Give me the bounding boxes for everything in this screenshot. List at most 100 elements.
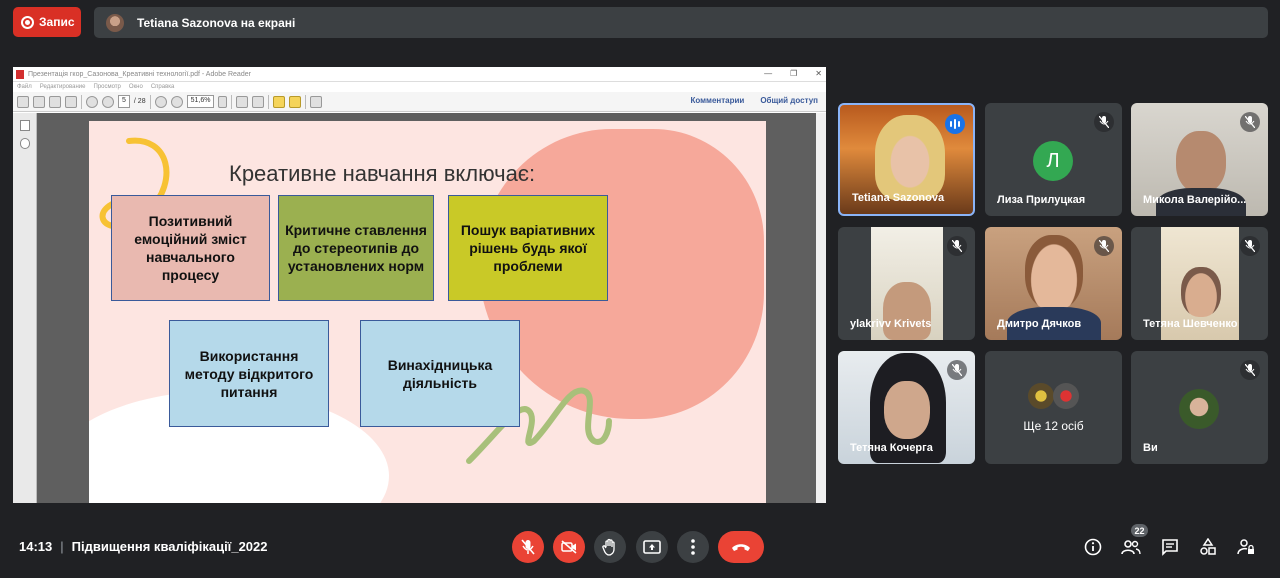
create-pdf-icon[interactable] — [17, 95, 29, 108]
meeting-info: 14:13 | Підвищення кваліфікації_2022 — [19, 539, 268, 554]
lock-person-icon — [1237, 539, 1254, 555]
people-count-badge: 22 — [1131, 524, 1148, 537]
share-link[interactable]: Общий доступ — [760, 96, 818, 105]
toolbar-divider — [231, 94, 233, 109]
record-label: Запис — [39, 15, 75, 29]
save-icon[interactable] — [33, 95, 45, 108]
pages-panel-icon[interactable] — [19, 120, 30, 131]
people-button[interactable] — [1121, 537, 1141, 557]
mic-toggle-button[interactable] — [512, 531, 544, 563]
host-controls-button[interactable] — [1236, 537, 1256, 557]
close-icon[interactable]: ✕ — [815, 69, 822, 78]
participant-tile[interactable]: Тетяна Шевченко — [1131, 227, 1268, 340]
menu-edit[interactable]: Редактирование — [40, 84, 86, 90]
participant-tile-self[interactable]: Ви — [1131, 351, 1268, 464]
attachment-icon[interactable] — [19, 138, 30, 149]
participant-name: Ви — [1143, 442, 1158, 454]
participant-name: Лиза Прилуцкая — [997, 194, 1086, 206]
chat-button[interactable] — [1160, 537, 1180, 557]
page-up-icon[interactable] — [86, 95, 98, 108]
mic-off-icon — [947, 236, 967, 256]
participant-video — [884, 381, 930, 439]
page-number-field[interactable]: 5 — [118, 95, 130, 108]
participant-video — [1025, 235, 1083, 310]
participant-name: Tetiana Sazonova — [852, 192, 945, 204]
clock: 14:13 — [19, 539, 53, 554]
page-down-icon[interactable] — [102, 95, 114, 108]
zoom-out-icon[interactable] — [154, 95, 167, 108]
avatar: Л — [1033, 141, 1073, 181]
mic-off-icon — [1094, 112, 1114, 132]
shared-screen: Презентація гкор_Сазонова_Креативні техн… — [13, 67, 826, 503]
more-participants-tile[interactable]: Ще 12 осіб — [985, 351, 1122, 464]
scrollbar[interactable] — [816, 113, 826, 503]
menu-view[interactable]: Просмотр — [93, 84, 120, 90]
participant-tile[interactable]: Л Лиза Прилуцкая — [985, 103, 1122, 216]
presenter-avatar — [106, 13, 124, 32]
participant-tile[interactable]: Тетяна Кочерга — [838, 351, 975, 464]
participant-tile[interactable]: Дмитро Дячков — [985, 227, 1122, 340]
highlight-icon[interactable] — [289, 95, 302, 108]
activities-button[interactable] — [1198, 537, 1218, 557]
mic-off-icon — [947, 360, 967, 380]
mic-off-icon — [1240, 360, 1260, 380]
leave-call-button[interactable] — [718, 531, 764, 563]
participant-tile[interactable]: Микола Валерійо... — [1131, 103, 1268, 216]
minimize-icon[interactable]: — — [764, 69, 772, 78]
acrobat-toolbar: 5 / 28 51,6% Комментарии Общий доступ — [13, 92, 826, 112]
pdf-icon — [16, 69, 24, 79]
menu-help[interactable]: Справка — [151, 84, 175, 90]
raise-hand-button[interactable] — [594, 531, 626, 563]
participant-tile[interactable]: Tetiana Sazonova — [838, 103, 975, 216]
acrobat-sidebar — [13, 113, 37, 503]
slide-title: Креативне навчання включає: — [229, 161, 536, 186]
speaking-indicator-icon — [945, 114, 965, 134]
menu-window[interactable]: Окно — [129, 84, 143, 90]
avatar — [1028, 383, 1054, 409]
hand-icon — [602, 538, 615, 556]
acrobat-menu: Файл Редактирование Просмотр Окно Справк… — [13, 82, 826, 92]
acrobat-document-area: Креативне навчання включає: Позитивний е… — [13, 113, 826, 503]
concept-box-positive: Позитивний емоційний зміст навчального п… — [111, 195, 270, 301]
zoom-dropdown-icon[interactable] — [218, 95, 228, 108]
hangup-icon — [732, 543, 750, 551]
comments-link[interactable]: Комментарии — [690, 96, 744, 105]
fullscreen-icon[interactable] — [252, 95, 265, 108]
participant-name: ylakrivv Krivets — [850, 318, 932, 330]
participant-tile[interactable]: ylakrivv Krivets — [838, 227, 975, 340]
print-icon[interactable] — [49, 95, 61, 108]
mic-off-icon — [521, 539, 535, 555]
toolbar-right: Комментарии Общий доступ — [690, 96, 818, 105]
acrobat-titlebar: Презентація гкор_Сазонова_Креативні техн… — [13, 67, 826, 82]
sign-icon[interactable] — [310, 95, 323, 108]
page-total: / 28 — [133, 98, 146, 105]
meeting-name: Підвищення кваліфікації_2022 — [71, 539, 268, 554]
menu-file[interactable]: Файл — [17, 84, 32, 90]
participant-name: Тетяна Шевченко — [1143, 318, 1238, 330]
zoom-in-icon[interactable] — [170, 95, 183, 108]
camera-toggle-button[interactable] — [553, 531, 585, 563]
meeting-details-button[interactable] — [1083, 537, 1103, 557]
more-vert-icon — [691, 539, 695, 555]
participant-name: Тетяна Кочерга — [850, 442, 933, 454]
camera-off-icon — [561, 540, 577, 554]
window-controls: — ❐ ✕ — [764, 69, 822, 78]
comment-icon[interactable] — [273, 95, 286, 108]
record-button[interactable]: Запис — [13, 7, 81, 37]
toolbar-divider — [305, 94, 307, 109]
zoom-field[interactable]: 51,6% — [186, 95, 215, 108]
participant-video — [875, 115, 945, 200]
present-screen-button[interactable] — [636, 531, 668, 563]
restore-icon[interactable]: ❐ — [790, 69, 797, 78]
presenting-text: Tetiana Sazonova на екрані — [137, 15, 296, 30]
more-options-button[interactable] — [677, 531, 709, 563]
toolbar-divider — [268, 94, 270, 109]
toolbar-divider — [81, 94, 82, 109]
avatar — [1179, 389, 1219, 429]
info-icon — [1084, 538, 1102, 556]
more-participants-label: Ще 12 осіб — [1023, 419, 1084, 433]
concept-box-variative: Пошук варіативних рішень будь якої пробл… — [448, 195, 608, 301]
fit-page-icon[interactable] — [236, 95, 249, 108]
email-icon[interactable] — [65, 95, 77, 108]
concept-box-critical: Критичне ставлення до стереотипів до уст… — [278, 195, 434, 301]
